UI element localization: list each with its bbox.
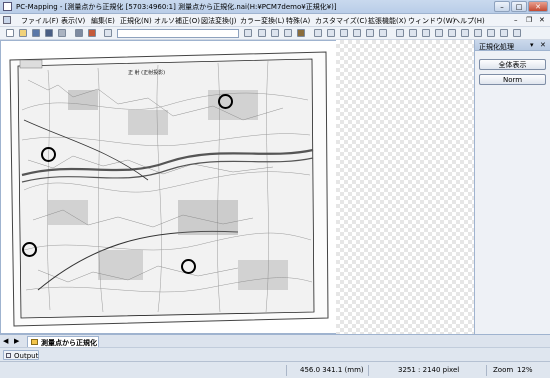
- tool-icon[interactable]: [474, 29, 482, 37]
- menu-bar: ファイル(F) 表示(V) 編集(E) 正規化(N) オルソ補正(O) 図法変換…: [0, 14, 550, 27]
- select-icon[interactable]: [297, 29, 305, 37]
- tool-icon[interactable]: [409, 29, 417, 37]
- settings-icon[interactable]: [75, 29, 83, 37]
- menu-normalize[interactable]: 正規化(N): [120, 16, 152, 26]
- pin-icon[interactable]: ▾: [530, 41, 534, 49]
- new-icon[interactable]: [6, 29, 14, 37]
- layer-combo[interactable]: [117, 29, 239, 38]
- point-icon[interactable]: [284, 29, 292, 37]
- measure-icon[interactable]: [271, 29, 279, 37]
- open-icon[interactable]: [19, 29, 27, 37]
- norm-button[interactable]: Norm: [479, 74, 546, 85]
- tool-icon[interactable]: [500, 29, 508, 37]
- doc-minimize-button[interactable]: –: [514, 16, 518, 24]
- tool-icon[interactable]: [353, 29, 361, 37]
- copy-icon[interactable]: [88, 29, 96, 37]
- panel-header: 正規化処理 ▾ ✕: [475, 40, 550, 51]
- tool-icon[interactable]: [340, 29, 348, 37]
- fit-all-button[interactable]: 全体表示: [479, 59, 546, 70]
- panel-close-icon[interactable]: ✕: [540, 41, 546, 49]
- print-icon[interactable]: [58, 29, 66, 37]
- control-point-marker[interactable]: [181, 259, 196, 274]
- scanned-map-sheet[interactable]: 正 射 (正射投影): [8, 50, 330, 328]
- status-divider: [368, 365, 369, 376]
- tool-icon[interactable]: [396, 29, 404, 37]
- tool-icon[interactable]: [379, 29, 387, 37]
- menu-help[interactable]: ヘルプ(H): [453, 16, 485, 26]
- menu-window[interactable]: ウィンドウ(W): [408, 16, 455, 26]
- control-point-marker[interactable]: [22, 242, 37, 257]
- tool-icon[interactable]: [422, 29, 430, 37]
- save-icon[interactable]: [32, 29, 40, 37]
- menu-ortho[interactable]: オルソ補正(O): [154, 16, 200, 26]
- doc-restore-button[interactable]: ❐: [526, 16, 532, 24]
- pan-icon[interactable]: [258, 29, 266, 37]
- tool-icon[interactable]: [366, 29, 374, 37]
- menu-color[interactable]: カラー変換(L): [240, 16, 284, 26]
- zoom-value: 12%: [517, 366, 533, 374]
- close-button[interactable]: ✕: [528, 1, 548, 12]
- layer-icon[interactable]: [104, 29, 112, 37]
- maximize-button[interactable]: □: [511, 1, 527, 12]
- save-as-icon[interactable]: [45, 29, 53, 37]
- tool-icon[interactable]: [327, 29, 335, 37]
- status-divider: [486, 365, 487, 376]
- menu-special[interactable]: 特殊(A): [286, 16, 310, 26]
- tool-icon[interactable]: [435, 29, 443, 37]
- toolbar: [0, 27, 550, 40]
- zoom-label: Zoom: [493, 366, 514, 374]
- title-bar: PC-Mapping - [測量点から正規化 [5703:4960:1] 測量点…: [0, 0, 550, 14]
- map-sheet-title: 正 射 (正射投影): [128, 69, 165, 76]
- menu-extensions[interactable]: 拡張機能(X): [368, 16, 406, 26]
- document-tabs: ◀ ▶ 測量点から正規化: [0, 334, 550, 347]
- tool-icon[interactable]: [487, 29, 495, 37]
- output-button[interactable]: Output: [3, 350, 39, 360]
- window-title: PC-Mapping - [測量点から正規化 [5703:4960:1] 測量点…: [16, 3, 337, 11]
- menu-edit[interactable]: 編集(E): [91, 16, 115, 26]
- status-pixels: 3251 : 2140 pixel: [398, 366, 460, 374]
- output-icon: [6, 353, 11, 358]
- doc-menu-icon[interactable]: [3, 16, 11, 24]
- zoom-icon[interactable]: [244, 29, 252, 37]
- control-point-marker[interactable]: [218, 94, 233, 109]
- output-strip: Output: [0, 347, 550, 361]
- tab-scroll-right-icon[interactable]: ▶: [14, 337, 19, 345]
- tab-survey-normalize[interactable]: 測量点から正規化: [27, 336, 99, 347]
- status-bar: 456.0 341.1 (mm) 3251 : 2140 pixel Zoom …: [0, 361, 550, 378]
- doc-close-button[interactable]: ✕: [539, 16, 545, 24]
- control-point-marker[interactable]: [41, 147, 56, 162]
- document-icon: [31, 339, 38, 345]
- menu-customize[interactable]: カスタマイズ(C): [315, 16, 367, 26]
- tool-icon[interactable]: [461, 29, 469, 37]
- status-divider: [286, 365, 287, 376]
- output-label: Output: [14, 352, 39, 360]
- status-coordinates: 456.0 341.1 (mm): [300, 366, 364, 374]
- register-icon[interactable]: [314, 29, 322, 37]
- menu-view[interactable]: 表示(V): [61, 16, 85, 26]
- normalization-panel: 正規化処理 ▾ ✕ 全体表示 Norm: [474, 40, 550, 334]
- menu-file[interactable]: ファイル(F): [21, 16, 59, 26]
- panel-title: 正規化処理: [479, 43, 514, 51]
- minimize-button[interactable]: –: [494, 1, 510, 12]
- tab-scroll-left-icon[interactable]: ◀: [3, 337, 8, 345]
- tool-icon[interactable]: [513, 29, 521, 37]
- tool-icon[interactable]: [448, 29, 456, 37]
- app-icon: [3, 2, 12, 11]
- menu-projection[interactable]: 図法変換(J): [201, 16, 237, 26]
- empty-canvas-area: [336, 40, 474, 334]
